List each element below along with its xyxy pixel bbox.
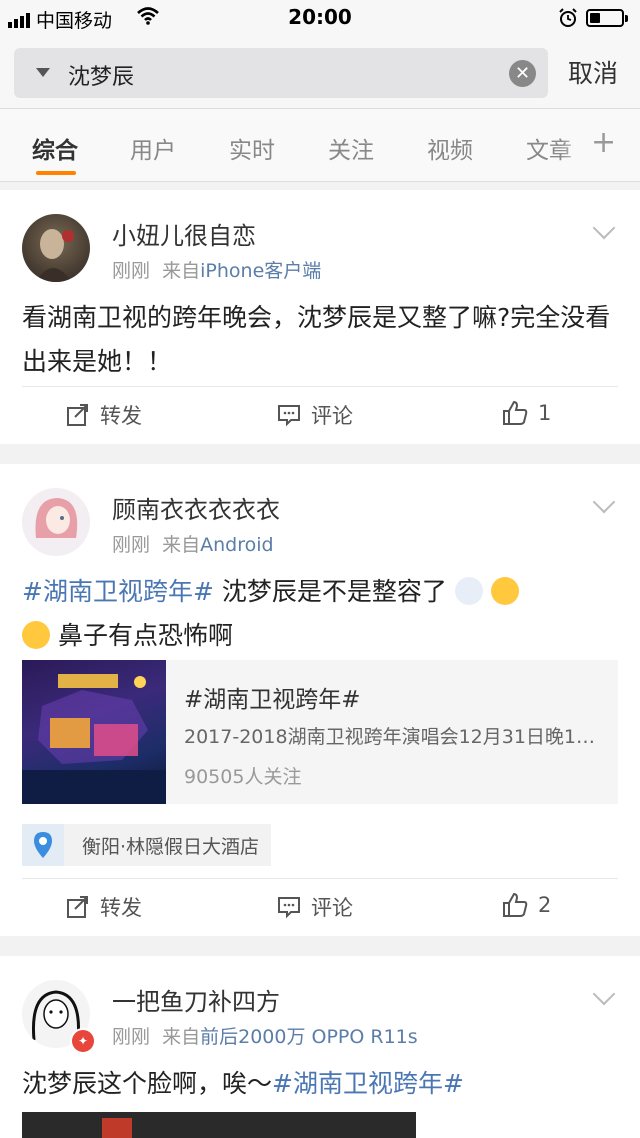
- topic-link[interactable]: #湖南卫视跨年#: [22, 577, 214, 606]
- post-meta: 刚刚 来自Android: [112, 530, 274, 557]
- comment-label: 评论: [311, 896, 353, 920]
- thumbs-up-icon: [503, 892, 528, 917]
- username[interactable]: 一把鱼刀补四方: [112, 982, 280, 1017]
- topic-link[interactable]: #湖南卫视跨年#: [272, 1069, 464, 1098]
- tab-realtime[interactable]: 实时: [229, 131, 275, 165]
- comment-icon: [278, 405, 300, 427]
- search-tabs: 综合 用户 实时 关注 视频 文章 +: [0, 109, 640, 182]
- post-time: 刚刚: [112, 260, 151, 282]
- tab-following[interactable]: 关注: [328, 131, 374, 165]
- search-query[interactable]: 沈梦辰: [68, 59, 134, 91]
- location-label: 衡阳·林隠假日大酒店: [82, 835, 260, 858]
- drool-face-emoji-icon: [490, 577, 519, 605]
- location-tag[interactable]: 衡阳·林隠假日大酒店: [22, 824, 272, 866]
- repost-button[interactable]: 转发: [66, 892, 142, 922]
- comment-icon: [278, 897, 300, 919]
- repost-label: 转发: [100, 404, 142, 428]
- dropdown-caret-icon[interactable]: [36, 68, 50, 77]
- clear-icon[interactable]: ✕: [509, 60, 536, 87]
- topic-card[interactable]: #湖南卫视跨年# 2017-2018湖南卫视跨年演唱会12月31日晚19:30 …: [22, 660, 618, 804]
- verified-badge-icon: ✦: [70, 1028, 96, 1054]
- cancel-button[interactable]: 取消: [568, 54, 618, 90]
- username[interactable]: 小妞儿很自恋: [112, 216, 256, 251]
- post-time: 刚刚: [112, 1026, 151, 1048]
- post-card[interactable]: ✦ 一把鱼刀补四方 刚刚 来自前后2000万 OPPO R11s 沈梦辰这个脸啊…: [0, 956, 640, 1138]
- post-time: 刚刚: [112, 534, 151, 556]
- post-meta: 刚刚 来自iPhone客户端: [112, 256, 321, 283]
- post-source[interactable]: 前后2000万 OPPO R11s: [200, 1026, 418, 1048]
- chevron-down-icon[interactable]: [592, 490, 616, 514]
- clock: 20:00: [288, 5, 352, 29]
- location-pin-icon: [22, 824, 64, 866]
- comment-button[interactable]: 评论: [277, 892, 353, 922]
- like-count: 2: [538, 893, 552, 917]
- status-bar: 中国移动 20:00: [0, 0, 640, 36]
- like-button[interactable]: 1: [502, 400, 551, 426]
- avatar[interactable]: [22, 214, 90, 282]
- chevron-down-icon[interactable]: [592, 982, 616, 1006]
- repost-button[interactable]: 转发: [66, 400, 142, 430]
- post-text: 沈梦辰这个脸啊，唉～#湖南卫视跨年#: [22, 1069, 464, 1098]
- topic-description: 2017-2018湖南卫视跨年演唱会12月31日晚19:30: [184, 726, 604, 748]
- like-button[interactable]: 2: [502, 892, 551, 918]
- comment-label: 评论: [311, 404, 353, 428]
- post-card[interactable]: 小妞儿很自恋 刚刚 来自iPhone客户端 看湖南卫视的跨年晚会，沈梦辰是又整了…: [0, 190, 640, 444]
- thumbs-up-icon: [503, 400, 528, 425]
- post-meta: 刚刚 来自前后2000万 OPPO R11s: [112, 1022, 418, 1049]
- like-count: 1: [538, 401, 552, 425]
- drool-face-emoji-icon: [22, 621, 50, 649]
- from-label: 来自: [162, 534, 201, 556]
- search-input[interactable]: 沈梦辰 ✕: [14, 48, 548, 98]
- tab-video[interactable]: 视频: [427, 131, 473, 165]
- from-label: 来自: [162, 260, 201, 282]
- topic-title: #湖南卫视跨年#: [184, 687, 361, 713]
- post-image[interactable]: [22, 1112, 416, 1138]
- post-source[interactable]: Android: [200, 534, 273, 556]
- search-bar: 沈梦辰 ✕ 取消: [0, 36, 640, 109]
- tab-comprehensive[interactable]: 综合: [32, 131, 78, 165]
- post-source[interactable]: iPhone客户端: [200, 260, 321, 282]
- repost-label: 转发: [100, 896, 142, 920]
- repost-icon: [67, 404, 88, 426]
- active-tab-indicator: [36, 171, 76, 175]
- alarm-icon: [559, 8, 577, 27]
- topic-followers: 90505人关注: [184, 766, 302, 788]
- post-text: #湖南卫视跨年# 沈梦辰是不是整容了 鼻子有点恐怖啊: [22, 570, 622, 658]
- username[interactable]: 顾南衣衣衣衣衣: [112, 490, 280, 525]
- topic-cover-image: [22, 660, 166, 804]
- post-text: 看湖南卫视的跨年晚会，沈梦辰是又整了嘛?完全没看出来是她！！: [22, 303, 611, 376]
- scared-face-emoji-icon: [454, 577, 483, 605]
- avatar[interactable]: [22, 488, 90, 556]
- add-tab-button[interactable]: +: [591, 125, 616, 160]
- post-card[interactable]: 顾南衣衣衣衣衣 刚刚 来自Android #湖南卫视跨年# 沈梦辰是不是整容了 …: [0, 464, 640, 936]
- repost-icon: [67, 896, 88, 918]
- battery-icon: [586, 9, 628, 27]
- chevron-down-icon[interactable]: [592, 216, 616, 240]
- comment-button[interactable]: 评论: [277, 400, 353, 430]
- from-label: 来自: [162, 1026, 201, 1048]
- tab-users[interactable]: 用户: [130, 131, 176, 165]
